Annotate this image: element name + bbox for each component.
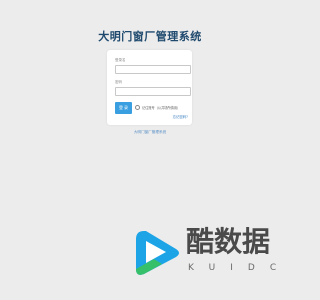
- login-button[interactable]: 登 录: [115, 102, 132, 114]
- logo-play-icon: [136, 231, 179, 275]
- page-title: 大明门窗厂管理系统: [98, 30, 202, 43]
- checkbox-icon[interactable]: [135, 105, 140, 110]
- password-label: 密码: [115, 80, 122, 84]
- username-input[interactable]: [115, 65, 191, 74]
- watermark-logo: 酷数据 KUIDC: [132, 225, 282, 280]
- login-card: 登录名 密码 登 录 记住账号（公共场所慎用） 忘记密码?: [107, 50, 192, 125]
- password-input[interactable]: [115, 87, 191, 96]
- watermark-subtext: KUIDC: [188, 263, 292, 273]
- watermark-brand: 酷数据: [186, 225, 271, 258]
- login-page: 大明门窗厂管理系统 登录名 密码 登 录 记住账号（公共场所慎用） 忘记密码? …: [0, 0, 300, 300]
- username-label: 登录名: [115, 58, 126, 62]
- footer-text: 大明门窗厂管理系统: [133, 130, 167, 134]
- remember-checkbox[interactable]: 记住账号（公共场所慎用）: [135, 105, 180, 110]
- remember-label: 记住账号（公共场所慎用）: [142, 106, 181, 110]
- forgot-password-link[interactable]: 忘记密码?: [173, 114, 188, 119]
